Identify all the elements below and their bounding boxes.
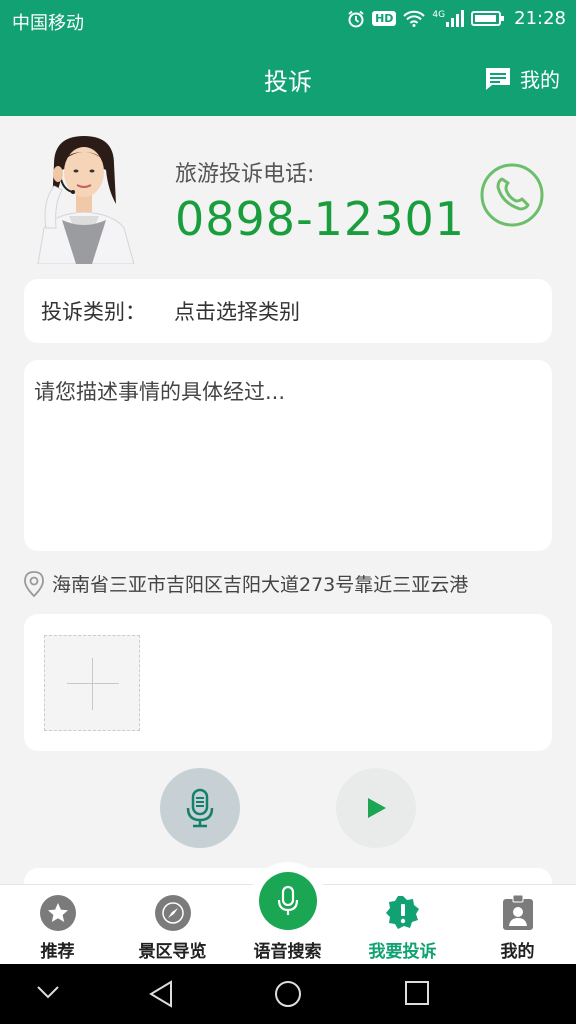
media-attachment-card — [24, 614, 552, 751]
location-pin-icon — [24, 570, 44, 597]
call-button[interactable] — [480, 163, 544, 227]
tab-label: 我的 — [500, 942, 535, 962]
location-address: 海南省三亚市吉阳区吉阳大道273号靠近三亚云港 — [52, 574, 469, 596]
signal-icon — [446, 10, 465, 27]
tab-label: 推荐 — [40, 942, 75, 962]
tab-label: 语音搜索 — [253, 942, 322, 962]
category-label: 投诉类别： — [41, 300, 146, 324]
play-recording-button[interactable] — [336, 768, 416, 848]
tab-recommend[interactable]: 推荐 — [0, 885, 115, 965]
hide-keyboard-icon[interactable] — [36, 984, 60, 1000]
mine-label: 我的 — [520, 68, 560, 92]
battery-icon — [471, 11, 505, 26]
voice-search-button[interactable] — [259, 872, 317, 930]
complaint-category-selector[interactable]: 投诉类别： 点击选择类别 — [24, 279, 552, 343]
status-icons: HD 4G 21:28 — [347, 8, 566, 29]
app-header: 投诉 我的 — [0, 40, 576, 116]
network-type: 4G — [432, 9, 446, 20]
alarm-icon — [348, 10, 364, 27]
clock: 21:28 — [514, 8, 566, 29]
my-messages-button[interactable]: 我的 — [484, 64, 560, 93]
home-icon[interactable] — [274, 980, 302, 1008]
tab-label: 景区导览 — [138, 942, 207, 962]
description-box — [24, 360, 552, 551]
description-input[interactable] — [34, 376, 542, 535]
hotline-section: 旅游投诉电话: 0898-12301 — [0, 116, 576, 274]
customer-service-agent-image — [37, 136, 135, 264]
back-icon[interactable] — [148, 980, 174, 1008]
system-navigation-bar — [0, 964, 576, 1024]
tab-scenic-guide[interactable]: 景区导览 — [115, 885, 230, 965]
star-icon — [39, 895, 76, 931]
microphone-icon — [186, 788, 214, 828]
record-voice-button[interactable] — [160, 768, 240, 848]
carrier-name: 中国移动 — [12, 13, 84, 34]
alert-badge-icon — [385, 895, 421, 931]
hotline-label: 旅游投诉电话: — [175, 162, 315, 187]
play-icon — [368, 798, 386, 818]
wifi-icon — [403, 10, 426, 27]
profile-badge-icon — [500, 895, 536, 931]
message-icon — [486, 68, 510, 90]
location-row: 海南省三亚市吉阳区吉阳大道273号靠近三亚云港 — [24, 570, 468, 597]
phone-icon — [496, 177, 530, 211]
hd-icon: HD — [372, 11, 397, 26]
status-bar: 中国移动 HD 4G 21:28 — [0, 0, 576, 40]
recent-apps-icon[interactable] — [404, 980, 430, 1006]
category-value: 点击选择类别 — [174, 300, 300, 324]
tab-label: 我要投诉 — [368, 942, 437, 962]
compass-icon — [154, 895, 191, 931]
add-photo-button[interactable] — [44, 635, 140, 731]
microphone-icon — [277, 885, 299, 915]
tab-mine[interactable]: 我的 — [460, 885, 575, 965]
hotline-number: 0898-12301 — [175, 192, 465, 246]
tab-complaint[interactable]: 我要投诉 — [345, 885, 460, 965]
